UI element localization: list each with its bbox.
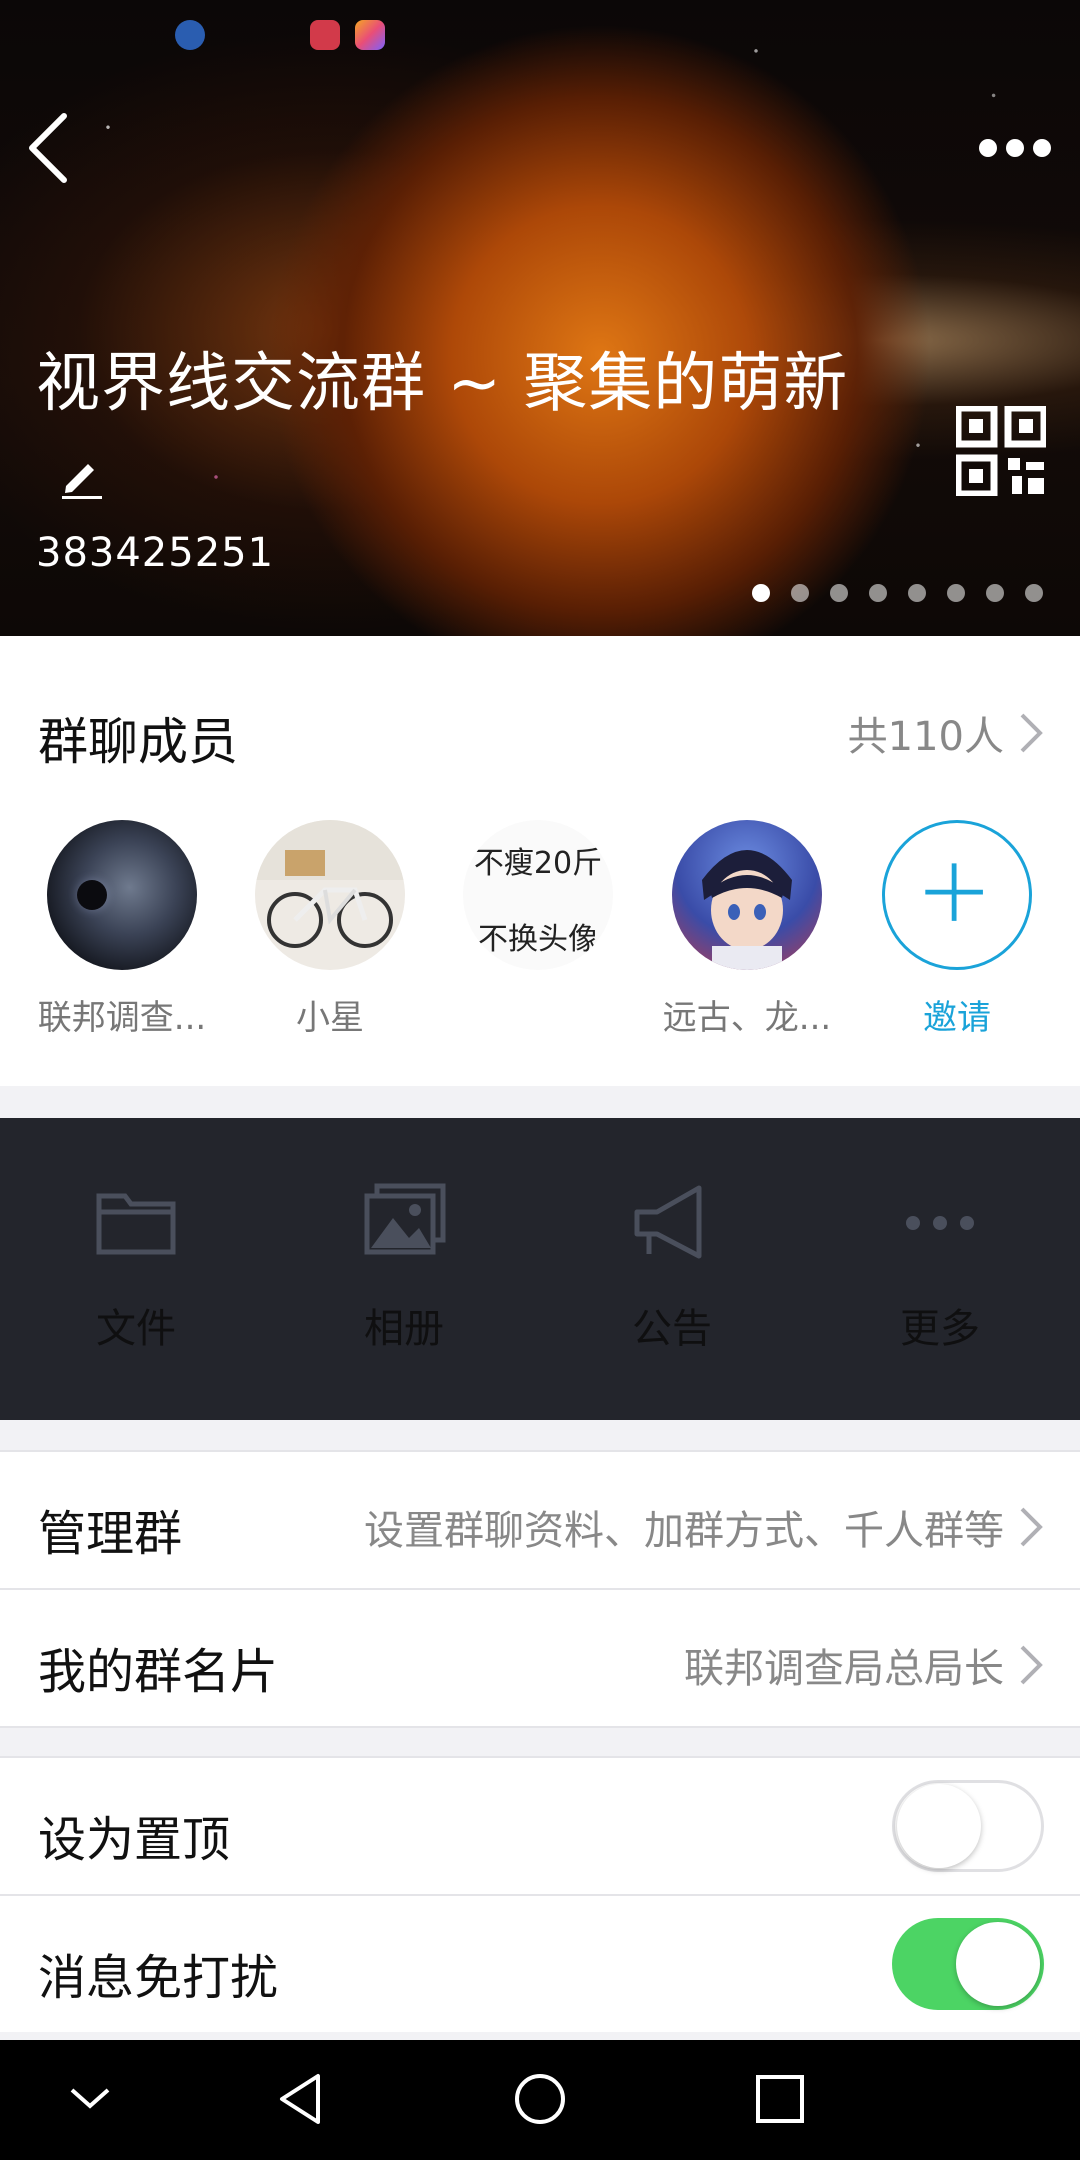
edit-pencil-icon[interactable] — [56, 450, 106, 500]
group-title-text: 视界线交流群 ~ 聚集的萌新 — [36, 347, 849, 421]
row-value: 联邦调查局总局长 — [684, 1646, 1004, 1692]
page-dot — [1025, 584, 1043, 602]
more-actions-button[interactable]: 更多 — [840, 1178, 1040, 1354]
banner-page-indicator — [752, 584, 1043, 604]
toggle-knob — [897, 1784, 981, 1868]
row-value: 设置群聊资料、加群方式、千人群等 — [364, 1508, 1004, 1554]
photo-album-icon — [364, 1183, 446, 1255]
action-label: 更多 — [900, 1306, 980, 1352]
gallery-app-icon — [355, 20, 385, 50]
invite-label: 邀请 — [923, 998, 991, 1038]
page-dot — [752, 584, 770, 602]
member-name: 联邦调查... — [37, 998, 207, 1038]
files-button[interactable]: 文件 — [36, 1178, 236, 1354]
chevron-right-icon — [1020, 713, 1043, 753]
book-app-icon — [310, 20, 340, 50]
more-dots-icon — [906, 1216, 974, 1230]
action-label: 相册 — [364, 1306, 444, 1352]
invite-member-button[interactable]: 邀请 — [862, 820, 1052, 1039]
avatar-text-line2: 不换头像 — [478, 922, 598, 957]
plus-icon — [925, 863, 983, 921]
back-button[interactable] — [20, 108, 80, 188]
row-value-wrap: 设置群聊资料、加群方式、千人群等 — [364, 1498, 1044, 1556]
member-name: 小星 — [296, 998, 364, 1038]
invite-plus-circle — [882, 820, 1032, 970]
planet-shape — [77, 880, 107, 910]
more-options-button[interactable] — [970, 128, 1060, 168]
action-label: 文件 — [96, 1306, 176, 1352]
members-count: 共110人 — [847, 714, 1004, 760]
member-item[interactable]: 远古、龙... — [652, 820, 842, 1039]
megaphone-icon — [634, 1185, 702, 1259]
section-divider — [0, 1726, 1080, 1728]
row-label: 设为置顶 — [38, 1812, 231, 1868]
hide-keyboard-icon[interactable] — [50, 2064, 130, 2134]
group-members-section: 群聊成员 共110人 联邦调查... 小星 不瘦20斤 不换头像 远古、龙...… — [0, 636, 1080, 1086]
page-dot — [869, 584, 887, 602]
qr-code-icon[interactable] — [956, 406, 1046, 496]
bicycle-icon — [255, 820, 405, 948]
member-item[interactable]: 不瘦20斤 不换头像 — [443, 820, 633, 990]
page-dot — [947, 584, 965, 602]
group-id: 383425251 — [36, 530, 275, 576]
manage-group-row[interactable]: 管理群 设置群聊资料、加群方式、千人群等 — [0, 1452, 1080, 1588]
do-not-disturb-row: 消息免打扰 — [0, 1896, 1080, 2032]
folder-icon — [96, 1193, 176, 1255]
toggle-knob — [956, 1922, 1040, 2006]
page-dot — [908, 584, 926, 602]
anime-boy-avatar — [672, 820, 822, 970]
nav-back-icon[interactable] — [260, 2064, 340, 2134]
album-button[interactable]: 相册 — [304, 1178, 504, 1354]
anime-face — [702, 850, 792, 970]
avatar-text-line1: 不瘦20斤 — [473, 846, 603, 881]
status-bar — [0, 0, 1080, 72]
row-value-wrap: 联邦调查局总局长 — [684, 1636, 1044, 1694]
chevron-right-icon — [1020, 1507, 1043, 1547]
nav-recents-icon[interactable] — [740, 2064, 820, 2134]
text-avatar: 不瘦20斤 不换头像 — [463, 820, 613, 970]
member-item[interactable]: 小星 — [235, 820, 425, 1039]
members-title: 群聊成员 — [38, 713, 238, 771]
chevron-right-icon — [1020, 1645, 1043, 1685]
my-group-card-row[interactable]: 我的群名片 联邦调查局总局长 — [0, 1590, 1080, 1726]
announcement-button[interactable]: 公告 — [572, 1178, 772, 1354]
member-item[interactable]: 联邦调查... — [27, 820, 217, 1039]
video-app-icon — [175, 20, 205, 50]
page-dot — [791, 584, 809, 602]
nav-home-icon[interactable] — [500, 2064, 580, 2134]
do-not-disturb-toggle[interactable] — [892, 1918, 1044, 2010]
pin-to-top-row: 设为置顶 — [0, 1758, 1080, 1894]
bicycle-avatar — [255, 820, 405, 970]
pin-to-top-toggle[interactable] — [892, 1780, 1044, 1872]
planet-avatar — [47, 820, 197, 970]
row-label: 我的群名片 — [38, 1644, 279, 1700]
row-label: 消息免打扰 — [38, 1950, 279, 2006]
system-navigation-bar — [0, 2040, 1080, 2160]
group-header-banner: 视界线交流群 ~ 聚集的萌新 383425251 — [0, 0, 1080, 636]
group-quick-actions: 文件 相册 公告 更多 — [0, 1118, 1080, 1420]
row-label: 管理群 — [38, 1506, 183, 1562]
members-count-link[interactable]: 共110人 — [848, 704, 1044, 762]
member-name: 远古、龙... — [662, 998, 832, 1038]
page-dot — [830, 584, 848, 602]
page-dot — [986, 584, 1004, 602]
group-title: 视界线交流群 ~ 聚集的萌新 — [36, 340, 866, 516]
action-label: 公告 — [632, 1306, 712, 1352]
